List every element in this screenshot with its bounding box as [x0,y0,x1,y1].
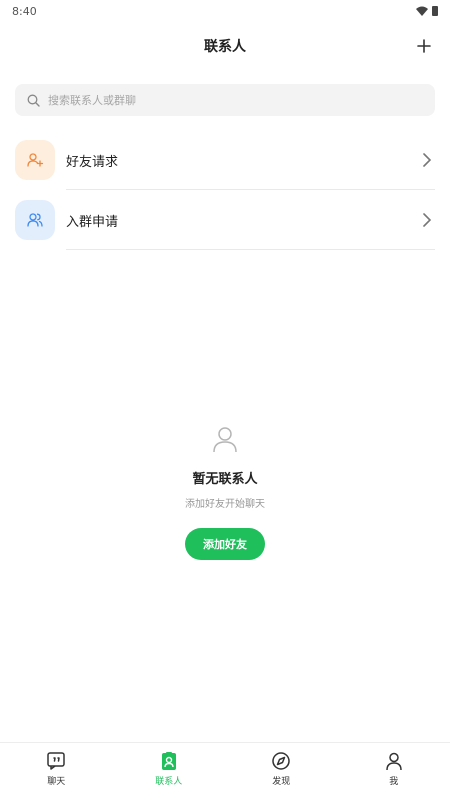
group-requests-icon-badge [15,200,55,240]
tab-profile[interactable]: 我 [338,743,450,800]
person-icon [213,427,237,453]
status-icons [416,6,438,16]
battery-icon [432,6,438,16]
status-time: 8:40 [12,4,37,18]
tab-discover[interactable]: 发现 [225,743,338,800]
chevron-right-icon [423,213,432,227]
chat-icon [46,751,66,771]
chevron-right-icon [423,153,432,167]
discover-icon [271,751,291,771]
search-input[interactable] [48,93,408,107]
user-add-icon [27,153,44,167]
tab-chat[interactable]: 聊天 [0,743,113,800]
friend-requests-label: 好友请求 [66,154,119,170]
add-button[interactable] [412,34,436,58]
empty-state: 暂无联系人 添加好友开始聊天 添加好友 [0,424,450,560]
friend-requests-icon-badge [15,140,55,180]
tab-label: 聊天 [47,777,66,787]
plus-icon [417,39,431,53]
add-friend-button[interactable]: 添加好友 [185,528,265,560]
empty-title: 暂无联系人 [192,472,258,487]
status-bar: 8:40 [0,0,450,22]
contacts-icon [159,751,179,771]
search-bar[interactable] [15,84,435,116]
empty-subtitle: 添加好友开始聊天 [185,499,265,510]
tab-label: 发现 [272,777,291,787]
tab-bar: 聊天 联系人 发现 我 [0,742,450,800]
tab-label: 我 [389,777,399,787]
search-icon [27,94,40,107]
header: 联系人 [0,30,450,62]
group-requests-label: 入群申请 [66,214,119,230]
group-icon [27,213,43,227]
divider [66,249,435,250]
group-requests-item[interactable]: 入群申请 [0,190,450,250]
friend-requests-item[interactable]: 好友请求 [0,130,450,190]
tab-contacts[interactable]: 联系人 [113,743,226,800]
wifi-icon [416,6,428,16]
tab-label: 联系人 [155,777,183,787]
page-title: 联系人 [204,39,246,55]
profile-icon [384,751,404,771]
